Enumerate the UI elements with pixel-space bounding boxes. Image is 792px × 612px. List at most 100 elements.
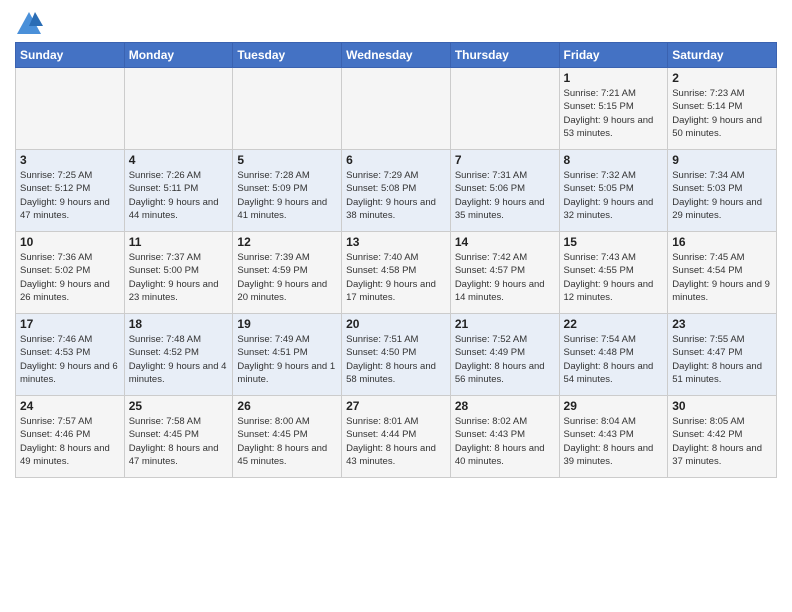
day-number: 1 bbox=[564, 71, 664, 85]
calendar-cell: 2 Sunrise: 7:23 AM Sunset: 5:14 PM Daylig… bbox=[668, 68, 777, 150]
calendar-cell: 22 Sunrise: 7:54 AM Sunset: 4:48 PM Dayli… bbox=[559, 314, 668, 396]
day-info: Sunrise: 7:39 AM Sunset: 4:59 PM Dayligh… bbox=[237, 251, 337, 304]
logo-icon bbox=[15, 10, 43, 38]
calendar-cell: 9Sunrise: 7:34 AM Sunset: 5:03 PM Daylig… bbox=[668, 150, 777, 232]
calendar-cell: 8 Sunrise: 7:32 AM Sunset: 5:05 PM Daylig… bbox=[559, 150, 668, 232]
day-info: Sunrise: 7:57 AM Sunset: 4:46 PM Dayligh… bbox=[20, 415, 120, 468]
day-number: 24 bbox=[20, 399, 120, 413]
calendar-cell: 17 Sunrise: 7:46 AM Sunset: 4:53 PM Dayli… bbox=[16, 314, 125, 396]
day-number: 20 bbox=[346, 317, 446, 331]
calendar-cell: 3 Sunrise: 7:25 AM Sunset: 5:12 PM Daylig… bbox=[16, 150, 125, 232]
calendar-cell: 19 Sunrise: 7:49 AM Sunset: 4:51 PM Dayli… bbox=[233, 314, 342, 396]
calendar-cell: 6 Sunrise: 7:29 AM Sunset: 5:08 PM Daylig… bbox=[342, 150, 451, 232]
logo bbox=[15, 10, 47, 38]
calendar-cell: 12 Sunrise: 7:39 AM Sunset: 4:59 PM Dayli… bbox=[233, 232, 342, 314]
day-info: Sunrise: 7:48 AM Sunset: 4:52 PM Dayligh… bbox=[129, 333, 229, 386]
calendar-cell: 18Sunrise: 7:48 AM Sunset: 4:52 PM Dayli… bbox=[124, 314, 233, 396]
day-number: 7 bbox=[455, 153, 555, 167]
calendar-cell bbox=[342, 68, 451, 150]
calendar-cell: 29 Sunrise: 8:04 AM Sunset: 4:43 PM Dayli… bbox=[559, 396, 668, 478]
day-info: Sunrise: 7:54 AM Sunset: 4:48 PM Dayligh… bbox=[564, 333, 664, 386]
calendar-cell: 24 Sunrise: 7:57 AM Sunset: 4:46 PM Dayli… bbox=[16, 396, 125, 478]
day-info: Sunrise: 8:00 AM Sunset: 4:45 PM Dayligh… bbox=[237, 415, 337, 468]
day-number: 10 bbox=[20, 235, 120, 249]
calendar-cell: 14 Sunrise: 7:42 AM Sunset: 4:57 PM Dayli… bbox=[450, 232, 559, 314]
day-info: Sunrise: 7:55 AM Sunset: 4:47 PM Dayligh… bbox=[672, 333, 772, 386]
day-info: Sunrise: 7:52 AM Sunset: 4:49 PM Dayligh… bbox=[455, 333, 555, 386]
day-number: 28 bbox=[455, 399, 555, 413]
day-info: Sunrise: 7:49 AM Sunset: 4:51 PM Dayligh… bbox=[237, 333, 337, 386]
calendar-table: SundayMondayTuesdayWednesdayThursdayFrid… bbox=[15, 42, 777, 478]
weekday-header-monday: Monday bbox=[124, 43, 233, 68]
day-info: Sunrise: 7:46 AM Sunset: 4:53 PM Dayligh… bbox=[20, 333, 120, 386]
day-info: Sunrise: 7:42 AM Sunset: 4:57 PM Dayligh… bbox=[455, 251, 555, 304]
day-number: 17 bbox=[20, 317, 120, 331]
day-number: 26 bbox=[237, 399, 337, 413]
day-number: 3 bbox=[20, 153, 120, 167]
day-number: 8 bbox=[564, 153, 664, 167]
day-info: Sunrise: 7:40 AM Sunset: 4:58 PM Dayligh… bbox=[346, 251, 446, 304]
day-number: 11 bbox=[129, 235, 229, 249]
day-number: 21 bbox=[455, 317, 555, 331]
day-number: 25 bbox=[129, 399, 229, 413]
day-info: Sunrise: 7:21 AM Sunset: 5:15 PM Dayligh… bbox=[564, 87, 664, 140]
calendar-cell: 13 Sunrise: 7:40 AM Sunset: 4:58 PM Dayli… bbox=[342, 232, 451, 314]
calendar-cell: 26 Sunrise: 8:00 AM Sunset: 4:45 PM Dayli… bbox=[233, 396, 342, 478]
calendar-cell: 16 Sunrise: 7:45 AM Sunset: 4:54 PM Dayli… bbox=[668, 232, 777, 314]
day-info: Sunrise: 7:37 AM Sunset: 5:00 PM Dayligh… bbox=[129, 251, 229, 304]
calendar-cell: 25 Sunrise: 7:58 AM Sunset: 4:45 PM Dayli… bbox=[124, 396, 233, 478]
day-info: Sunrise: 8:04 AM Sunset: 4:43 PM Dayligh… bbox=[564, 415, 664, 468]
day-number: 22 bbox=[564, 317, 664, 331]
calendar-cell: 23 Sunrise: 7:55 AM Sunset: 4:47 PM Dayli… bbox=[668, 314, 777, 396]
day-number: 29 bbox=[564, 399, 664, 413]
day-info: Sunrise: 7:58 AM Sunset: 4:45 PM Dayligh… bbox=[129, 415, 229, 468]
day-info: Sunrise: 7:43 AM Sunset: 4:55 PM Dayligh… bbox=[564, 251, 664, 304]
calendar-cell bbox=[124, 68, 233, 150]
calendar-cell: 15 Sunrise: 7:43 AM Sunset: 4:55 PM Dayli… bbox=[559, 232, 668, 314]
calendar-cell: 5Sunrise: 7:28 AM Sunset: 5:09 PM Daylig… bbox=[233, 150, 342, 232]
day-number: 13 bbox=[346, 235, 446, 249]
day-info: Sunrise: 8:05 AM Sunset: 4:42 PM Dayligh… bbox=[672, 415, 772, 468]
day-number: 23 bbox=[672, 317, 772, 331]
calendar-cell: 10 Sunrise: 7:36 AM Sunset: 5:02 PM Dayli… bbox=[16, 232, 125, 314]
day-info: Sunrise: 7:25 AM Sunset: 5:12 PM Dayligh… bbox=[20, 169, 120, 222]
day-info: Sunrise: 7:32 AM Sunset: 5:05 PM Dayligh… bbox=[564, 169, 664, 222]
day-info: Sunrise: 7:31 AM Sunset: 5:06 PM Dayligh… bbox=[455, 169, 555, 222]
calendar-cell bbox=[233, 68, 342, 150]
day-number: 2 bbox=[672, 71, 772, 85]
day-info: Sunrise: 8:01 AM Sunset: 4:44 PM Dayligh… bbox=[346, 415, 446, 468]
calendar-cell: 20Sunrise: 7:51 AM Sunset: 4:50 PM Dayli… bbox=[342, 314, 451, 396]
weekday-header-thursday: Thursday bbox=[450, 43, 559, 68]
day-info: Sunrise: 7:34 AM Sunset: 5:03 PM Dayligh… bbox=[672, 169, 772, 222]
day-number: 6 bbox=[346, 153, 446, 167]
day-info: Sunrise: 7:29 AM Sunset: 5:08 PM Dayligh… bbox=[346, 169, 446, 222]
day-info: Sunrise: 7:26 AM Sunset: 5:11 PM Dayligh… bbox=[129, 169, 229, 222]
day-number: 15 bbox=[564, 235, 664, 249]
calendar-cell: 4 Sunrise: 7:26 AM Sunset: 5:11 PM Daylig… bbox=[124, 150, 233, 232]
calendar-cell: 28Sunrise: 8:02 AM Sunset: 4:43 PM Dayli… bbox=[450, 396, 559, 478]
calendar-cell bbox=[16, 68, 125, 150]
calendar-cell: 21 Sunrise: 7:52 AM Sunset: 4:49 PM Dayli… bbox=[450, 314, 559, 396]
day-number: 5 bbox=[237, 153, 337, 167]
weekday-header-saturday: Saturday bbox=[668, 43, 777, 68]
calendar-cell: 11 Sunrise: 7:37 AM Sunset: 5:00 PM Dayli… bbox=[124, 232, 233, 314]
weekday-header-wednesday: Wednesday bbox=[342, 43, 451, 68]
calendar-cell: 30 Sunrise: 8:05 AM Sunset: 4:42 PM Dayli… bbox=[668, 396, 777, 478]
weekday-header-friday: Friday bbox=[559, 43, 668, 68]
day-number: 30 bbox=[672, 399, 772, 413]
weekday-header-tuesday: Tuesday bbox=[233, 43, 342, 68]
day-info: Sunrise: 7:36 AM Sunset: 5:02 PM Dayligh… bbox=[20, 251, 120, 304]
day-info: Sunrise: 7:23 AM Sunset: 5:14 PM Dayligh… bbox=[672, 87, 772, 140]
day-number: 12 bbox=[237, 235, 337, 249]
calendar-cell: 27 Sunrise: 8:01 AM Sunset: 4:44 PM Dayli… bbox=[342, 396, 451, 478]
day-number: 16 bbox=[672, 235, 772, 249]
day-number: 27 bbox=[346, 399, 446, 413]
calendar-cell: 1 Sunrise: 7:21 AM Sunset: 5:15 PM Daylig… bbox=[559, 68, 668, 150]
calendar-cell bbox=[450, 68, 559, 150]
calendar-cell: 7 Sunrise: 7:31 AM Sunset: 5:06 PM Daylig… bbox=[450, 150, 559, 232]
day-number: 4 bbox=[129, 153, 229, 167]
day-number: 19 bbox=[237, 317, 337, 331]
weekday-header-sunday: Sunday bbox=[16, 43, 125, 68]
day-info: Sunrise: 7:45 AM Sunset: 4:54 PM Dayligh… bbox=[672, 251, 772, 304]
day-number: 14 bbox=[455, 235, 555, 249]
